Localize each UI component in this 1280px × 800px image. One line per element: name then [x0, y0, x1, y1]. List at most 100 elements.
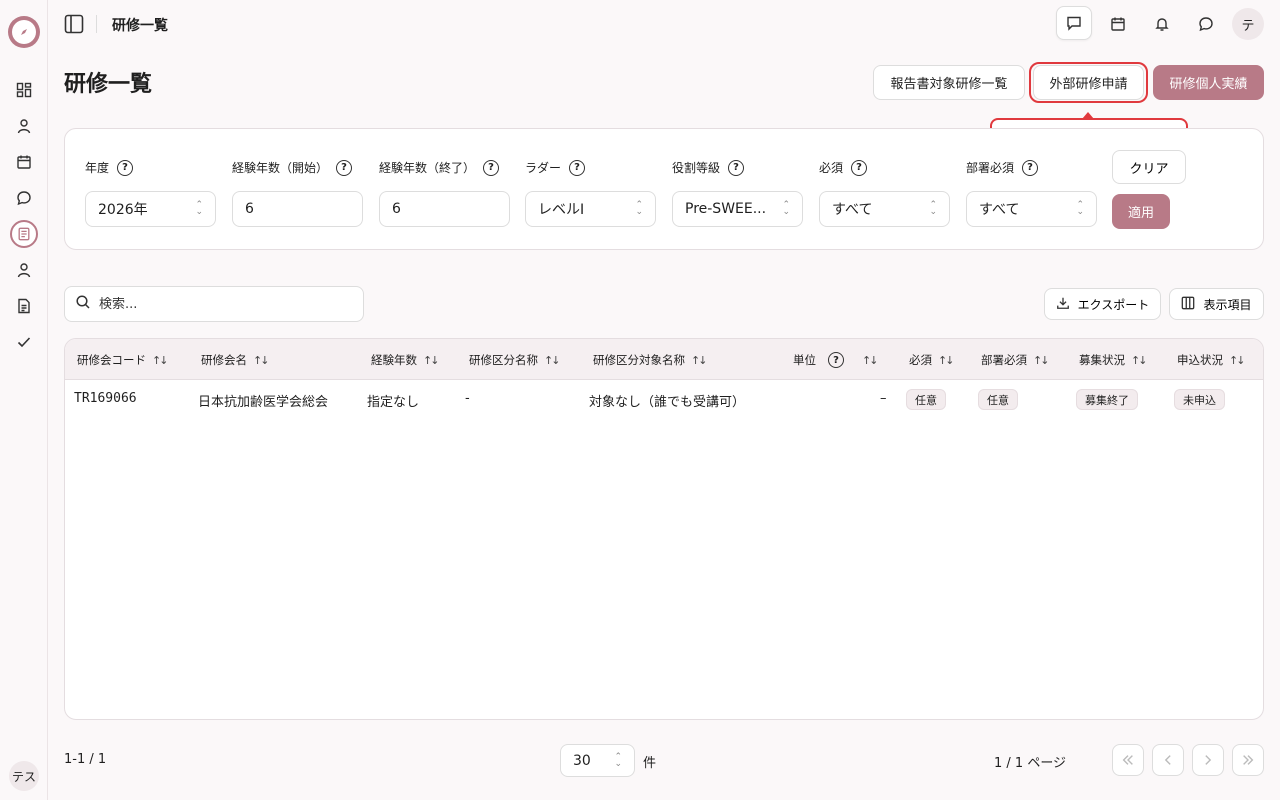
- filter-exp-start-label: 経験年数（開始）?: [232, 159, 353, 176]
- user-icon[interactable]: [12, 114, 36, 138]
- col-apply[interactable]: 申込状況 ↑↓: [1177, 352, 1246, 368]
- cell-code: TR169066: [74, 391, 137, 406]
- filter-required-label-text: 必須: [819, 161, 844, 175]
- filter-year-label: 年度?: [85, 159, 134, 176]
- app-logo[interactable]: [8, 16, 40, 48]
- exp-start-value: 6: [245, 201, 254, 217]
- check-icon[interactable]: [12, 330, 36, 354]
- clear-button[interactable]: クリア: [1112, 150, 1186, 184]
- col-category[interactable]: 研修区分名称 ↑↓: [469, 352, 561, 368]
- calendar-icon[interactable]: [12, 150, 36, 174]
- first-page-icon[interactable]: [1112, 744, 1144, 776]
- required-select[interactable]: すべて ⌃ ⌄: [819, 191, 950, 227]
- cell-dept-required-badge: 任意: [978, 389, 1018, 410]
- updown-icon: ⌃ ⌄: [614, 751, 622, 769]
- role-select[interactable]: Pre-SWEE... ⌃ ⌄: [672, 191, 803, 227]
- sidebar-toggle-icon[interactable]: [64, 14, 84, 34]
- download-icon: [1056, 296, 1070, 313]
- columns-icon: [1181, 296, 1195, 313]
- last-page-icon[interactable]: [1232, 744, 1264, 776]
- exp-start-input[interactable]: 6: [232, 191, 363, 227]
- cell-experience: 指定なし: [367, 395, 420, 410]
- cell-recruit-badge: 募集終了: [1076, 389, 1138, 410]
- person-icon[interactable]: [12, 258, 36, 282]
- dept-required-select[interactable]: すべて ⌃ ⌄: [966, 191, 1097, 227]
- prev-page-icon[interactable]: [1152, 744, 1184, 776]
- sidebar: テス: [0, 0, 48, 800]
- col-recruit-label: 募集状況: [1079, 353, 1125, 367]
- next-page-icon[interactable]: [1192, 744, 1224, 776]
- help-icon[interactable]: ?: [828, 352, 844, 368]
- sort-icon: ↑↓: [1229, 353, 1246, 367]
- help-icon[interactable]: ?: [483, 159, 500, 176]
- ladder-select[interactable]: レベルI ⌃ ⌄: [525, 191, 656, 227]
- bell-icon[interactable]: [1146, 8, 1178, 40]
- sort-icon: ↑↓: [938, 353, 955, 367]
- help-icon[interactable]: ?: [728, 159, 745, 176]
- exp-end-input[interactable]: 6: [379, 191, 510, 227]
- training-list-icon[interactable]: [10, 220, 38, 248]
- training-table: 研修会コード ↑↓ 研修会名 ↑↓ 経験年数 ↑↓ 研修区分名称 ↑↓ 研修区分対象名称…: [64, 338, 1264, 720]
- user-avatar[interactable]: テ: [1232, 8, 1264, 40]
- col-unit[interactable]: 単位? ↑↓: [793, 352, 879, 368]
- report-training-list-button[interactable]: 報告書対象研修一覧: [873, 65, 1025, 100]
- message-icon[interactable]: [1056, 6, 1092, 40]
- search-box[interactable]: [64, 286, 364, 322]
- highlight-ring: [1029, 62, 1148, 103]
- updown-icon: ⌃ ⌄: [1076, 200, 1084, 217]
- col-experience-label: 経験年数: [371, 353, 417, 367]
- personal-record-button[interactable]: 研修個人実績: [1153, 65, 1264, 100]
- cell-target: 対象なし（誰でも受講可）: [589, 395, 746, 410]
- filter-dept-required-label-text: 部署必須: [966, 161, 1015, 175]
- filter-ladder-label: ラダー?: [525, 159, 586, 176]
- filter-required-label: 必須?: [819, 159, 868, 176]
- filter-exp-end-label-text: 経験年数（終了）: [379, 161, 476, 175]
- col-dept-required-label: 部署必須: [981, 353, 1027, 367]
- cell-required-badge: 任意: [906, 389, 946, 410]
- col-target[interactable]: 研修区分対象名称 ↑↓: [593, 352, 708, 368]
- updown-icon: ⌃ ⌄: [195, 200, 203, 217]
- year-select[interactable]: 2026年 ⌃ ⌄: [85, 191, 216, 227]
- sort-icon: ↑↓: [544, 353, 561, 367]
- col-dept-required[interactable]: 部署必須 ↑↓: [981, 352, 1050, 368]
- filter-exp-end-label: 経験年数（終了）?: [379, 159, 500, 176]
- help-icon[interactable]: ?: [336, 159, 353, 176]
- col-code[interactable]: 研修会コード ↑↓: [77, 352, 169, 368]
- filter-year-label-text: 年度: [85, 161, 110, 175]
- col-experience[interactable]: 経験年数 ↑↓: [371, 352, 440, 368]
- dashboard-icon[interactable]: [12, 78, 36, 102]
- search-input[interactable]: [99, 296, 339, 312]
- compass-icon: [12, 20, 36, 44]
- sort-icon: ↑↓: [253, 353, 270, 367]
- document-icon[interactable]: [12, 294, 36, 318]
- col-recruit[interactable]: 募集状況 ↑↓: [1079, 352, 1148, 368]
- page-size-select[interactable]: 30 ⌃ ⌄: [560, 744, 635, 777]
- col-name[interactable]: 研修会名 ↑↓: [201, 352, 270, 368]
- chat-top-icon[interactable]: [1190, 8, 1222, 40]
- export-button[interactable]: エクスポート: [1044, 288, 1161, 320]
- help-icon[interactable]: ?: [117, 159, 134, 176]
- exp-end-value: 6: [392, 201, 401, 217]
- filter-exp-start-label-text: 経験年数（開始）: [232, 161, 329, 175]
- updown-icon: ⌃ ⌄: [782, 200, 790, 217]
- updown-icon: ⌃ ⌄: [929, 200, 937, 217]
- help-icon[interactable]: ?: [569, 159, 586, 176]
- help-icon[interactable]: ?: [851, 159, 868, 176]
- calendar-top-icon[interactable]: [1102, 8, 1134, 40]
- cell-name: 日本抗加齢医学会総会: [198, 395, 329, 410]
- role-value: Pre-SWEE...: [685, 201, 767, 217]
- sidebar-user-avatar[interactable]: テス: [9, 761, 39, 791]
- sort-icon: ↑↓: [152, 353, 169, 367]
- page-title: 研修一覧: [64, 72, 153, 97]
- apply-button[interactable]: 適用: [1112, 194, 1170, 229]
- result-count: 1-1 / 1: [64, 752, 107, 767]
- filter-role-label-text: 役割等級: [672, 161, 721, 175]
- updown-icon: ⌃ ⌄: [635, 200, 643, 217]
- col-required[interactable]: 必須 ↑↓: [909, 352, 955, 368]
- sort-icon: ↑↓: [1131, 353, 1148, 367]
- help-icon[interactable]: ?: [1022, 159, 1039, 176]
- chat-icon[interactable]: [12, 186, 36, 210]
- columns-button[interactable]: 表示項目: [1169, 288, 1264, 320]
- filter-panel: [64, 128, 1264, 250]
- cell-unit: –: [880, 391, 887, 406]
